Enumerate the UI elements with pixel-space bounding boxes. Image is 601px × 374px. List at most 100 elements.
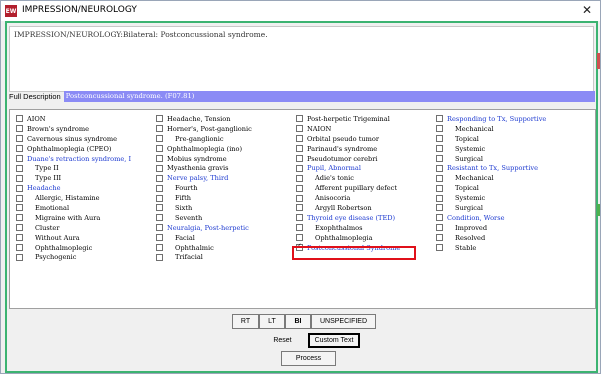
checkbox-option[interactable]: Ophthalmoplegia (CPEO) <box>16 144 131 154</box>
checkbox-option[interactable]: Stable <box>436 243 546 253</box>
checkbox-icon[interactable] <box>296 135 303 143</box>
checkbox-icon[interactable] <box>16 115 23 123</box>
full-description-field[interactable]: Postconcussional syndrome. (F07.81) <box>63 90 595 102</box>
checkbox-option[interactable]: Responding to Tx, Supportive <box>436 114 546 124</box>
checkbox-option[interactable]: Thyroid eye disease (TED) <box>296 213 400 223</box>
checkbox-option[interactable]: Afferent pupillary defect <box>296 183 400 193</box>
checkbox-icon[interactable] <box>296 115 303 123</box>
checkbox-option[interactable]: Ophthalmoplegia (ino) <box>156 144 252 154</box>
checkbox-icon[interactable] <box>16 194 23 202</box>
checkbox-icon[interactable] <box>156 224 163 232</box>
checkbox-option[interactable]: Emotional <box>16 203 131 213</box>
checkbox-icon[interactable] <box>16 214 23 222</box>
checkbox-icon[interactable] <box>156 115 163 123</box>
checkbox-icon[interactable] <box>156 164 163 172</box>
checkbox-option[interactable]: Brown's syndrome <box>16 124 131 134</box>
process-button[interactable]: Process <box>281 351 336 366</box>
checkbox-icon[interactable] <box>16 164 23 172</box>
checkbox-option[interactable]: Fifth <box>156 193 252 203</box>
checkbox-icon[interactable] <box>436 224 443 232</box>
checkbox-icon[interactable] <box>436 145 443 153</box>
checkbox-option[interactable]: Topical <box>436 183 546 193</box>
checkbox-option[interactable]: Anisocoria <box>296 193 400 203</box>
checkbox-icon[interactable] <box>156 184 163 192</box>
checkbox-option[interactable]: Without Aura <box>16 233 131 243</box>
checkbox-option[interactable]: Pseudotumor cerebri <box>296 154 400 164</box>
checkbox-option[interactable]: Fourth <box>156 183 252 193</box>
checkbox-option[interactable]: Duane's retraction syndrome, I <box>16 154 131 164</box>
checkbox-option[interactable]: Psychogenic <box>16 252 131 262</box>
checkbox-icon[interactable] <box>16 145 23 153</box>
checkbox-option[interactable]: Topical <box>436 134 546 144</box>
checkbox-icon[interactable] <box>16 135 23 143</box>
custom-text-button[interactable]: Custom Text <box>308 333 360 348</box>
checkbox-icon[interactable] <box>156 214 163 222</box>
checkbox-option[interactable]: AION <box>16 114 131 124</box>
checkbox-icon[interactable] <box>156 204 163 212</box>
checkbox-icon[interactable] <box>436 244 443 252</box>
checkbox-option[interactable]: Parinaud's syndrome <box>296 144 400 154</box>
checkbox-option[interactable]: Argyll Robertson <box>296 203 400 213</box>
checkbox-option[interactable]: Ophthalmic <box>156 243 252 253</box>
checkbox-option[interactable]: Ophthalmoplegia <box>296 233 400 243</box>
checkbox-icon[interactable] <box>16 224 23 232</box>
checkbox-option[interactable]: Cluster <box>16 223 131 233</box>
checkbox-icon[interactable] <box>436 164 443 172</box>
checkbox-icon[interactable] <box>436 194 443 202</box>
checkbox-icon[interactable] <box>436 155 443 162</box>
checkbox-icon[interactable] <box>296 174 303 182</box>
checkbox-icon[interactable] <box>436 204 443 212</box>
checkbox-option[interactable]: Pupil, Abnormal <box>296 163 400 173</box>
checkbox-option[interactable]: NAION <box>296 124 400 134</box>
checkbox-option[interactable]: Sixth <box>156 203 252 213</box>
checkbox-option[interactable]: Ophthalmoplegic <box>16 243 131 253</box>
laterality-unspecified-button[interactable]: UNSPECIFIED <box>311 314 376 329</box>
checkbox-option[interactable]: Horner's, Post-ganglionic <box>156 124 252 134</box>
checkbox-icon[interactable] <box>296 234 303 242</box>
checkbox-icon[interactable] <box>156 194 163 202</box>
impression-text-area[interactable]: IMPRESSION/NEUROLOGY:Bilateral: Postconc… <box>9 26 594 92</box>
checkbox-option[interactable]: Systemic <box>436 144 546 154</box>
checkbox-icon[interactable] <box>436 234 443 242</box>
checkbox-option[interactable]: Resolved <box>436 233 546 243</box>
laterality-bi-button[interactable]: BI <box>285 314 311 329</box>
checkbox-option[interactable]: Condition, Worse <box>436 213 546 223</box>
checkbox-option[interactable]: Type III <box>16 173 131 183</box>
checkbox-icon[interactable] <box>156 125 163 133</box>
checkbox-icon[interactable] <box>436 125 443 133</box>
checkbox-icon[interactable] <box>156 135 163 143</box>
checkbox-icon[interactable] <box>16 155 23 162</box>
checkbox-icon[interactable] <box>296 214 303 222</box>
checkbox-icon[interactable] <box>16 244 23 252</box>
checkbox-option[interactable]: Type II <box>16 163 131 173</box>
checkbox-option[interactable]: Adie's tonic <box>296 173 400 183</box>
checkbox-icon[interactable] <box>296 125 303 133</box>
checkbox-option[interactable]: Facial <box>156 233 252 243</box>
checkbox-option[interactable]: Surgical <box>436 203 546 213</box>
checkbox-icon[interactable] <box>156 155 163 162</box>
checkbox-option[interactable]: Trifacial <box>156 252 252 262</box>
checkbox-icon[interactable] <box>16 174 23 182</box>
checkbox-icon[interactable] <box>16 204 23 212</box>
checkbox-icon[interactable] <box>296 204 303 212</box>
checkbox-icon[interactable] <box>296 224 303 232</box>
checkbox-option[interactable]: Exophthalmos <box>296 223 400 233</box>
checkbox-option[interactable]: Cavernous sinus syndrome <box>16 134 131 144</box>
checkbox-icon[interactable] <box>16 184 23 192</box>
checkbox-icon[interactable] <box>436 115 443 123</box>
checkbox-option[interactable]: Mobius syndrome <box>156 154 252 164</box>
checkbox-option[interactable]: Orbital pseudo tumor <box>296 134 400 144</box>
checkbox-icon[interactable] <box>296 145 303 153</box>
checkbox-option[interactable]: Migraine with Aura <box>16 213 131 223</box>
checkbox-icon[interactable] <box>296 184 303 192</box>
checkbox-option[interactable]: Improved <box>436 223 546 233</box>
checkbox-option[interactable]: Allergic, Histamine <box>16 193 131 203</box>
checkbox-icon[interactable] <box>156 174 163 182</box>
checkbox-option[interactable]: Headache, Tension <box>156 114 252 124</box>
laterality-lt-button[interactable]: LT <box>259 314 285 329</box>
checkbox-option[interactable]: Nerve palsy, Third <box>156 173 252 183</box>
checkbox-option[interactable]: Post-herpetic Trigeminal <box>296 114 400 124</box>
checkbox-icon[interactable] <box>16 253 23 261</box>
checkbox-icon[interactable] <box>436 174 443 182</box>
laterality-rt-button[interactable]: RT <box>232 314 259 329</box>
